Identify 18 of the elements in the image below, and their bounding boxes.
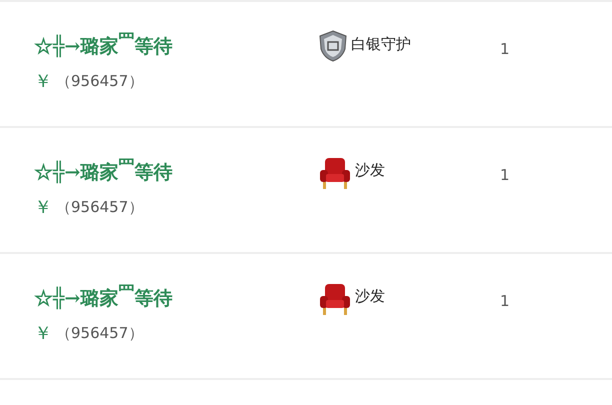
armchair-icon — [318, 156, 352, 190]
amount-text: （956457） — [56, 324, 144, 343]
gift-count: 1 — [500, 166, 510, 184]
amount-text: （956457） — [56, 72, 144, 91]
gift-label: 白银守护 — [351, 35, 411, 54]
gift-count: 1 — [500, 40, 510, 58]
amount-text: （956457） — [56, 198, 144, 217]
armchair-icon — [318, 282, 352, 316]
user-name[interactable]: ☆╬→璐家$^{罒}$等待 — [34, 156, 172, 186]
yen-sign: ￥ — [34, 70, 52, 94]
gift-label: 沙发 — [355, 161, 385, 180]
gift-count: 1 — [500, 292, 510, 310]
gift-label: 沙发 — [355, 287, 385, 306]
yen-sign: ￥ — [34, 196, 52, 220]
user-name[interactable]: ☆╬→璐家$^{罒}$等待 — [34, 30, 172, 60]
shield-icon — [318, 30, 348, 62]
user-name[interactable]: ☆╬→璐家$^{罒}$等待 — [34, 282, 172, 312]
yen-sign: ￥ — [34, 322, 52, 346]
